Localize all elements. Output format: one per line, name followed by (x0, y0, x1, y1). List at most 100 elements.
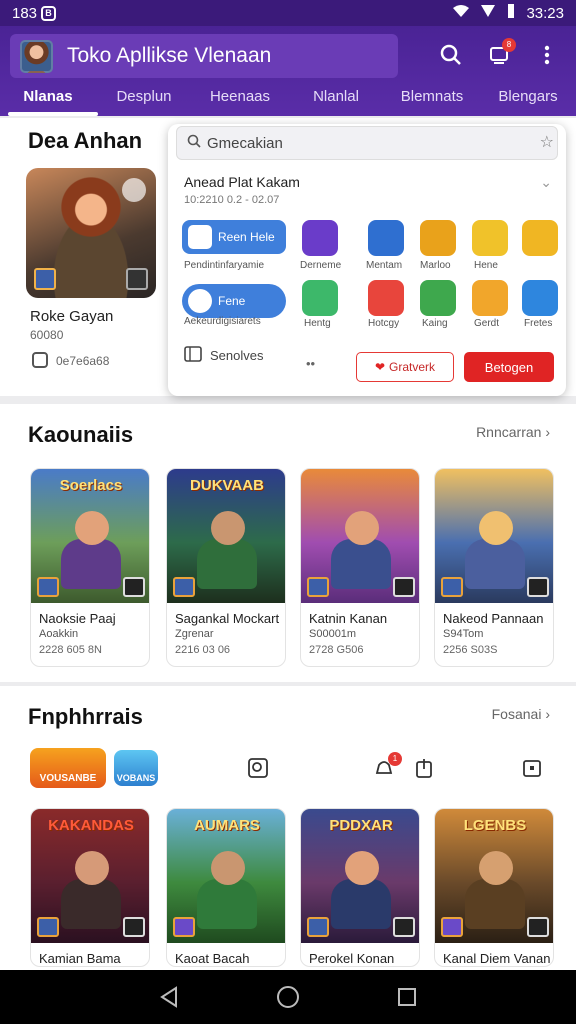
tab-indicator (8, 112, 98, 116)
status-time: 183 (12, 4, 38, 22)
apps-section-2: Kaounaiis Rnncarran › Soerlacs Naoksie P… (0, 404, 576, 682)
search-filter-icon[interactable] (246, 756, 270, 780)
app-label-2: Mentam (366, 260, 403, 271)
app-badge-icon (307, 917, 329, 937)
sword-app-icon[interactable] (472, 220, 508, 256)
signal-icon (480, 4, 496, 22)
pin-icon[interactable]: ☆ (540, 132, 554, 152)
app-card[interactable]: DUKVAAB Sagankal Mockart Zgrenar 2216 03… (166, 468, 286, 667)
game-logo: Soerlacs (59, 477, 123, 494)
app-art: AUMARS (167, 809, 285, 943)
puzzle-app-icon[interactable] (522, 220, 558, 256)
search-icon[interactable] (436, 40, 466, 70)
popup-search-input[interactable] (207, 134, 507, 152)
game-logo: KAKANDAS (48, 817, 134, 834)
tab-4[interactable]: Blemnats (384, 84, 480, 116)
brand-logo-b[interactable]: VOBANS (114, 750, 158, 786)
bell-icon[interactable]: 1 (372, 752, 402, 780)
app-card[interactable]: Soerlacs Naoksie Paaj Aoakkin 2228 605 8… (30, 468, 150, 667)
photos-app-icon[interactable] (368, 280, 404, 316)
app-logo (20, 39, 53, 73)
app-label-8: Gerdt (474, 318, 500, 329)
app-name: Kanal Diem Vanan (443, 951, 551, 966)
section-2-title: Kaounaiis (28, 422, 134, 447)
app-badge-icon (34, 268, 56, 290)
app-card[interactable]: PDDXAR Perokel Konan (300, 808, 420, 967)
more-options-icon[interactable] (532, 40, 562, 70)
message-app-icon[interactable] (302, 280, 338, 316)
app-badge-icon (307, 577, 329, 597)
app-size: 2728 G506 (309, 644, 364, 656)
pill-2-label: Fene (218, 294, 246, 308)
favorite-icon[interactable] (122, 178, 146, 202)
calendar-icon[interactable] (520, 756, 544, 780)
app-label-4: Hene (474, 260, 498, 271)
app-art: Soerlacs (31, 469, 149, 603)
app-name: Katnin Kanan (309, 611, 388, 626)
app-name: Kaoat Bacah (175, 951, 250, 966)
app-card[interactable]: LGENBS Kanal Diem Vanan (434, 808, 554, 967)
featured-app-name: Roke Gayan (30, 308, 114, 325)
app-name: Kamian Bama (39, 951, 121, 966)
loading-icon (188, 289, 212, 313)
app-label-9: Fretes (524, 318, 553, 329)
section-3-title: Fnphhrrais (28, 704, 143, 729)
section-3-more-link[interactable]: Fosanai › (492, 706, 550, 722)
popup-search-bar[interactable] (176, 126, 558, 160)
home-icon[interactable] (276, 985, 300, 1009)
app-title: Toko Apllikse Vlenaan (67, 44, 272, 67)
tab-3[interactable]: Nlanlal (288, 84, 384, 116)
chat-app-icon[interactable] (302, 220, 338, 256)
section-2-more-link[interactable]: Rnncarran › (476, 424, 550, 440)
pill-1-caption: Pendintinfaryamie (184, 260, 265, 271)
popup-footer-label[interactable]: Senolves (184, 346, 304, 365)
game-app-icon[interactable] (420, 220, 456, 256)
primary-action-button[interactable]: Betogen (464, 352, 554, 382)
app-card[interactable]: KAKANDAS Kamian Bama (30, 808, 150, 967)
recents-icon[interactable] (395, 985, 419, 1009)
featured-title: Dea Anhan (28, 128, 143, 153)
brand-logos-row: VOUSANBE VOBANS 1 (0, 746, 576, 792)
tab-2[interactable]: Heenaas (192, 84, 288, 116)
pill-1-label: Reen Hele (218, 230, 275, 244)
app-art: DUKVAAB (167, 469, 285, 603)
app-card[interactable]: Katnin Kanan S00001m 2728 G506 (300, 468, 420, 667)
layers-app-icon[interactable] (522, 280, 558, 316)
app-art: PDDXAR (301, 809, 419, 943)
app-name: Sagankal Mockart (175, 611, 280, 626)
status-bar: 183 B 33:23 (0, 0, 576, 26)
pill-button-1[interactable]: Reen Hele (182, 220, 286, 254)
quick-panel-popup: ☆ Anead Plat Kakam 10:2210 0.2 - 02.07 ⌄… (168, 124, 566, 396)
app-card[interactable]: AUMARS Kaoat Bacah (166, 808, 286, 967)
grid-icon (126, 268, 148, 290)
app-icon (188, 225, 212, 249)
notification-badge-icon: B (41, 5, 57, 21)
heart-icon: ❤ (374, 360, 386, 374)
tab-1[interactable]: Desplun (96, 84, 192, 116)
popup-title: Anead Plat Kakam (184, 174, 300, 190)
pill-button-2[interactable]: Fene (182, 284, 286, 318)
app-title-box[interactable]: Toko Apllikse Vlenaan (10, 34, 398, 78)
tab-5[interactable]: Blengars (480, 84, 576, 116)
game-logo: DUKVAAB (190, 477, 264, 494)
app-size: 2228 605 8N (39, 644, 102, 656)
app-bar: Toko Apllikse Vlenaan 8 Nlanas Desplun H… (0, 26, 576, 116)
circle-app-icon[interactable] (420, 280, 456, 316)
featured-app-card[interactable] (26, 168, 156, 298)
wifi-icon (452, 4, 470, 22)
brawl-app-icon[interactable] (472, 280, 508, 316)
app-name: Nakeod Pannaan (443, 611, 544, 626)
app-name: Naoksie Paaj (39, 611, 116, 626)
app-badge-icon (441, 577, 463, 597)
flag-app-icon[interactable] (368, 220, 404, 256)
outline-action-button[interactable]: ❤ Gratverk (356, 352, 454, 382)
app-card[interactable]: Nakeod Pannaan S94Tom 2256 S03S (434, 468, 554, 667)
brand-logo-a[interactable]: VOUSANBE (30, 748, 106, 788)
chevron-down-icon[interactable]: ⌄ (540, 174, 552, 191)
back-icon[interactable] (157, 985, 181, 1009)
app-art (301, 469, 419, 603)
notifications-icon[interactable]: 8 (484, 38, 516, 70)
app-subtitle: Zgrenar (175, 628, 214, 640)
share-icon[interactable] (412, 756, 436, 780)
more-dots[interactable]: •• (306, 356, 315, 371)
